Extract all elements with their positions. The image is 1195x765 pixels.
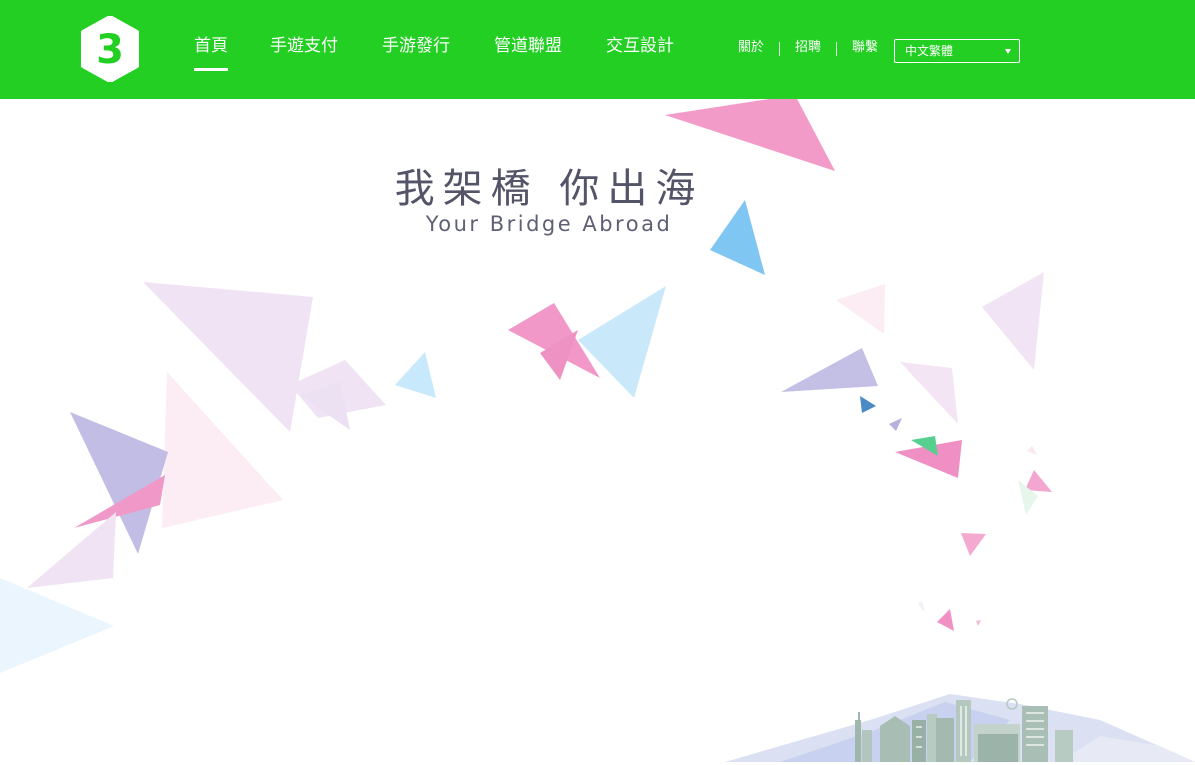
lavender-triangle <box>27 512 116 588</box>
lavender-triangle <box>900 362 958 424</box>
pink-triangle <box>1025 470 1052 492</box>
light-pink-triangle <box>1027 446 1037 455</box>
nav-interaction-design-label: 交互設計 <box>606 36 674 56</box>
top-navbar: 3 首頁 手遊支付 手游發行 管道聯盟 交互設計 關於 招聘 聯繫 中文繁體 <box>0 0 1195 99</box>
caret-down-icon <box>1005 49 1011 54</box>
lavender-triangle <box>982 272 1044 370</box>
blue-triangle <box>860 396 876 413</box>
light-blue-triangle <box>0 578 114 673</box>
language-select-value: 中文繁體 <box>905 44 954 58</box>
pink-triangle <box>665 95 835 171</box>
light-pink-triangle <box>836 284 885 334</box>
about-link[interactable]: 關於 <box>738 39 764 57</box>
careers-link[interactable]: 招聘 <box>795 39 821 57</box>
pink-triangle <box>961 533 986 556</box>
pink-triangle <box>937 609 954 631</box>
logo-glyph: 3 <box>96 27 124 73</box>
light-triangle <box>918 601 925 612</box>
link-divider <box>836 42 837 56</box>
decorative-triangles <box>0 95 1052 673</box>
nav-mobile-game-payment-label: 手遊支付 <box>270 36 338 56</box>
city-skyline-illustration <box>725 694 1195 762</box>
nav-mobile-game-publishing-label: 手游發行 <box>382 36 450 56</box>
contact-link[interactable]: 聯繫 <box>852 39 878 57</box>
nav-channel-alliance-label: 管道聯盟 <box>494 36 562 56</box>
nav-mobile-game-publishing[interactable]: 手游發行 <box>382 34 450 58</box>
language-select[interactable]: 中文繁體 <box>894 39 1020 63</box>
nav-interaction-design[interactable]: 交互設計 <box>606 34 674 58</box>
link-divider <box>779 42 780 56</box>
brand-logo-icon[interactable]: 3 <box>80 16 140 82</box>
lavender-triangle <box>781 348 878 392</box>
light-blue-triangle <box>395 352 436 398</box>
light-blue-triangle <box>578 286 666 398</box>
nav-channel-alliance[interactable]: 管道聯盟 <box>494 34 562 58</box>
lavender-triangle <box>889 418 902 431</box>
hero-title: 我架橋 你出海 <box>394 166 704 212</box>
nav-mobile-game-payment[interactable]: 手遊支付 <box>270 34 338 58</box>
hero-subtitle: Your Bridge Abroad <box>425 212 673 236</box>
nav-home-label: 首頁 <box>194 36 228 56</box>
pink-triangle <box>976 620 981 626</box>
nav-home[interactable]: 首頁 <box>194 34 228 71</box>
nav-active-underline <box>194 68 228 71</box>
